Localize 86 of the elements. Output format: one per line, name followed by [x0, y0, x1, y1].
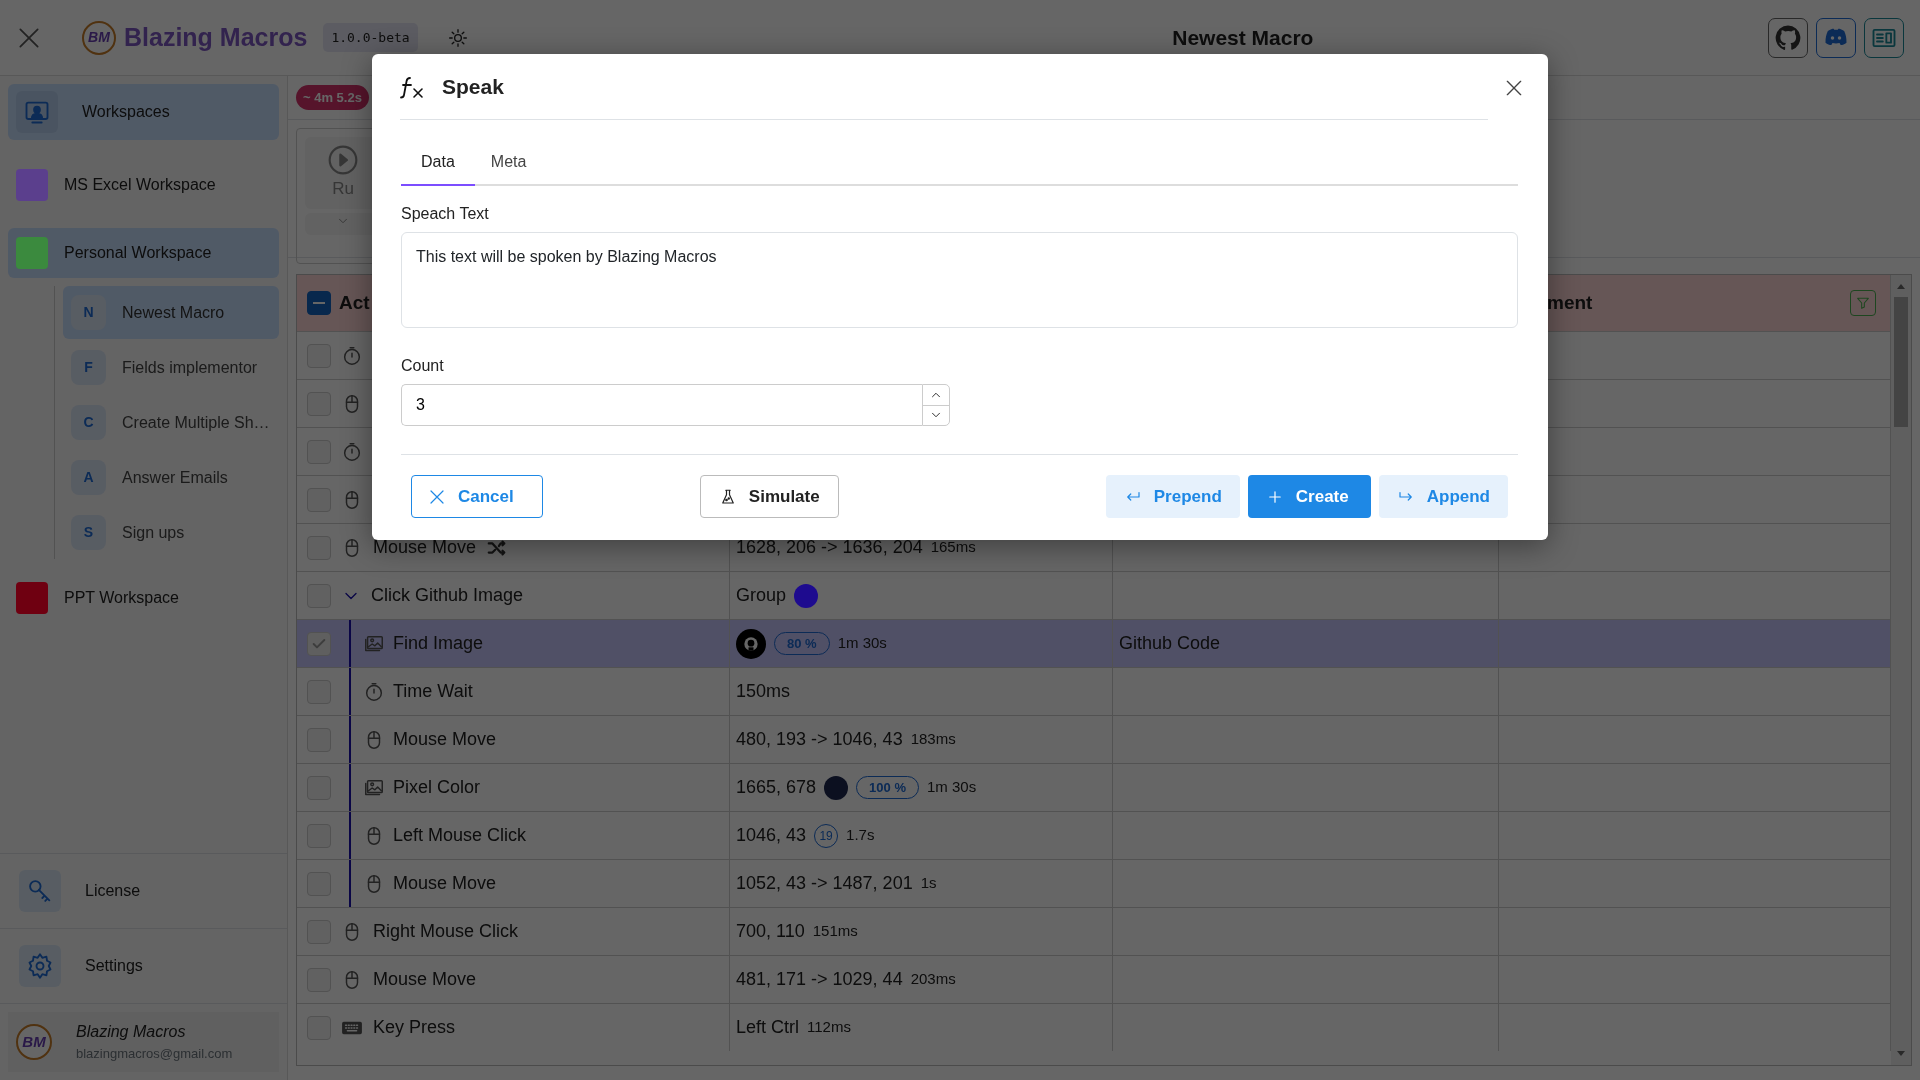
select-all-checkbox[interactable] — [307, 291, 331, 315]
action-name: Mouse Move — [373, 536, 477, 559]
macro-item[interactable]: F Fields implementor — [63, 341, 279, 394]
action-name: Right Mouse Click — [373, 920, 519, 943]
cell-value: 480, 193 -> 1046, 43 — [736, 728, 903, 751]
github-button[interactable] — [1768, 17, 1808, 58]
column-header: Act — [339, 290, 370, 315]
action-name: Click Github Image — [371, 584, 524, 607]
duration-text: 203ms — [910, 969, 956, 990]
prepend-button[interactable]: Prepend — [1105, 475, 1240, 518]
comment-text: Github Code — [1119, 632, 1221, 655]
sidebar-link[interactable]: License — [0, 854, 287, 929]
number-field[interactable]: 3 — [401, 384, 922, 426]
action-name: Find Image — [393, 632, 484, 655]
user-name: Blazing Macros — [76, 1022, 187, 1043]
filter-button[interactable] — [1850, 290, 1876, 316]
table-row[interactable]: Mouse Move 1052, 43 -> 1487, 201 1s — [297, 859, 1891, 907]
workspace-item[interactable]: MS Excel Workspace — [8, 160, 279, 210]
play-icon — [327, 144, 359, 177]
action-name: Pixel Color — [393, 776, 481, 799]
duration-text: 183ms — [910, 729, 956, 750]
duration-text: 1.7s — [846, 825, 875, 846]
workspace-item[interactable]: Personal Workspace — [8, 228, 279, 278]
duration-text: 1m 30s — [926, 777, 977, 798]
table-row[interactable]: Find Image 80 % 1m 30s Github Code — [297, 619, 1891, 667]
filter-icon — [1855, 295, 1871, 311]
duration-text: 151ms — [812, 921, 858, 942]
table-row[interactable]: Left Mouse Click 1046, 43 19 1.7s — [297, 811, 1891, 859]
workspace-item[interactable]: PPT Workspace — [8, 573, 279, 623]
sidebar-link[interactable]: Settings — [0, 929, 287, 1004]
cell-value: 1052, 43 -> 1487, 201 — [736, 872, 913, 895]
cancel-button[interactable]: Cancel — [411, 475, 543, 518]
table-row[interactable]: Mouse Move 480, 193 -> 1046, 43 183ms — [297, 715, 1891, 763]
action-name: Left Mouse Click — [393, 824, 527, 847]
text-area[interactable]: This text will be spoken by Blazing Macros — [401, 232, 1518, 328]
logo: BM — [16, 1024, 52, 1060]
sun-icon[interactable] — [447, 27, 468, 48]
action-name: Mouse Move — [393, 728, 497, 751]
macro-item[interactable]: A Answer Emails — [63, 451, 279, 504]
cell-value: Group — [736, 584, 787, 607]
tab[interactable]: Data — [401, 140, 475, 186]
timer-icon — [341, 440, 363, 463]
duration-text: 165ms — [930, 537, 976, 558]
cell-value: 481, 171 -> 1029, 44 — [736, 968, 903, 991]
version-badge: 1.0.0-beta — [323, 22, 418, 53]
duration-text: 112ms — [807, 1017, 851, 1038]
table-row[interactable]: Key Press Left Ctrl 112ms — [297, 1003, 1891, 1051]
field-label: Speach Text — [401, 204, 490, 224]
dialog-title: Speak — [442, 73, 504, 100]
column-header: ment — [1547, 290, 1593, 315]
settings-icon — [26, 952, 54, 980]
cell-value: 1665, 678 — [736, 776, 817, 799]
macro-item[interactable]: C Create Multiple Sh… — [63, 396, 279, 449]
duration-text: 1m 30s — [837, 633, 887, 654]
page-title: Newest Macro — [1171, 24, 1315, 51]
cell-value: 1046, 43 — [736, 824, 807, 847]
timer-icon — [363, 680, 385, 703]
duration-text: 1s — [920, 873, 937, 894]
tab[interactable]: Meta — [474, 140, 543, 186]
action-name: Time Wait — [393, 680, 473, 703]
macro-item[interactable]: N Newest Macro — [63, 286, 279, 339]
table-row[interactable]: Right Mouse Click 700, 110 151ms — [297, 907, 1891, 955]
table-row[interactable]: Mouse Move 481, 171 -> 1029, 44 203ms — [297, 955, 1891, 1003]
panel-button[interactable] — [1864, 17, 1904, 58]
action-name: Key Press — [373, 1016, 456, 1039]
scrollbar-thumb[interactable] — [1894, 297, 1908, 427]
cell-value: 150ms — [736, 680, 791, 703]
cell-value: 700, 110 — [736, 920, 805, 943]
action-name: Mouse Move — [393, 872, 497, 895]
field-label: Count — [401, 356, 445, 376]
cell-value: Left Ctrl — [736, 1016, 800, 1039]
append-button[interactable]: Append — [1378, 475, 1508, 518]
row-checkbox[interactable] — [307, 631, 331, 656]
cell-value: 1628, 206 -> 1636, 204 — [736, 536, 923, 559]
timer-icon — [341, 344, 363, 367]
table-row[interactable]: Pixel Color 1665, 678 100 % 1m 30s — [297, 763, 1891, 811]
logo: BM — [82, 20, 116, 55]
duration-pill: ~ 4m 5.2s — [296, 84, 369, 111]
simulate-button[interactable]: Simulate — [699, 475, 839, 518]
table-row[interactable]: Time Wait 150ms — [297, 667, 1891, 715]
workspaces-item[interactable]: Workspaces — [8, 84, 279, 140]
action-name: Mouse Move — [373, 968, 477, 991]
app-name: Blazing Macros — [124, 21, 308, 53]
discord-button[interactable] — [1816, 17, 1856, 58]
create-button[interactable]: Create — [1247, 475, 1371, 518]
macro-item[interactable]: S Sign ups — [63, 506, 279, 559]
